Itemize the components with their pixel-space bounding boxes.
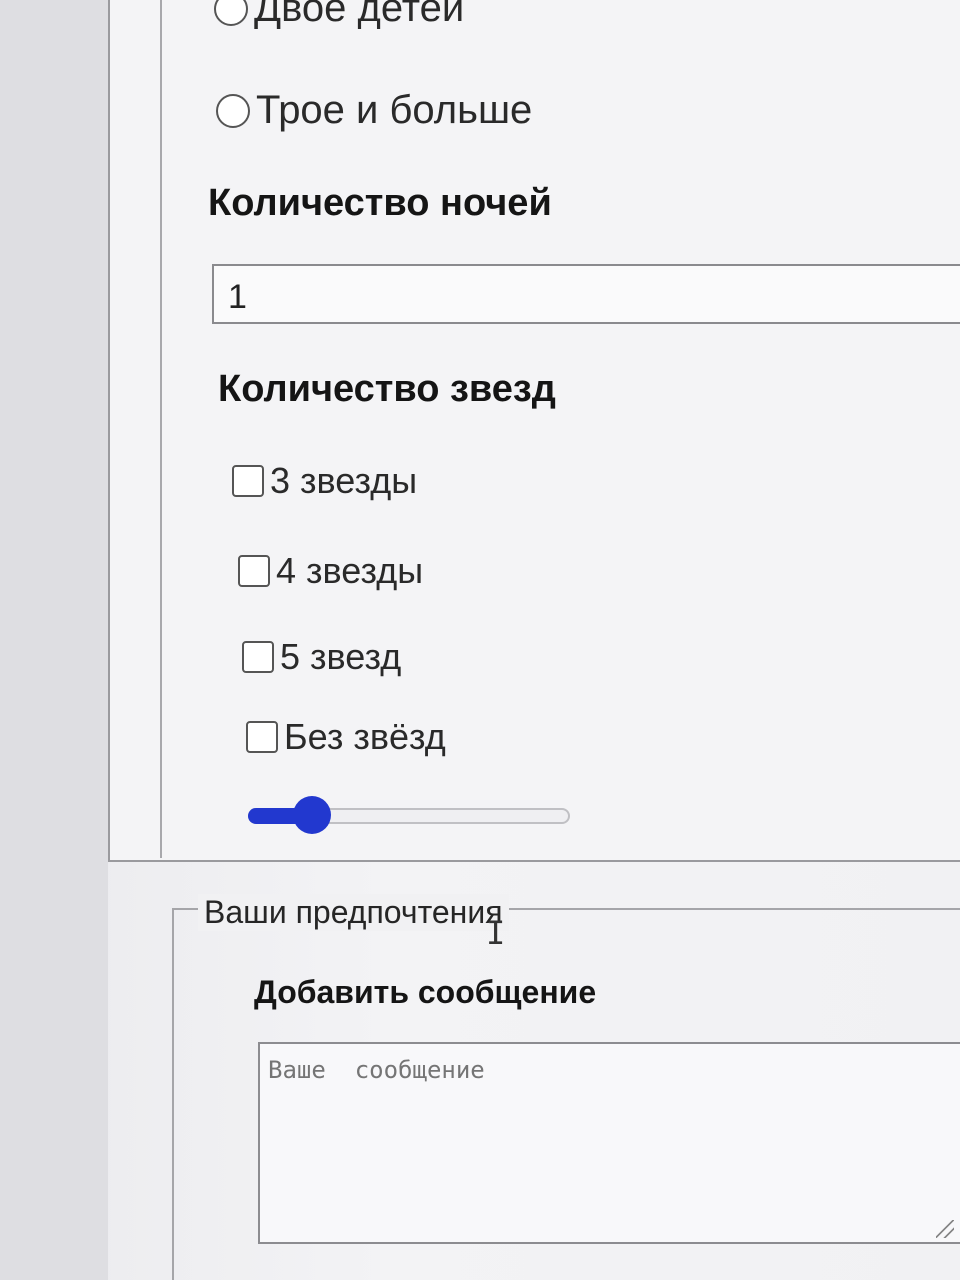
preferences-legend: Ваши предпочтения xyxy=(198,894,509,931)
checkbox-option-4-stars[interactable]: 4 звезды xyxy=(238,550,423,592)
checkbox-option-3-stars[interactable]: 3 звезды xyxy=(232,460,417,502)
nights-heading: Количество ночей xyxy=(208,182,552,224)
checkbox[interactable] xyxy=(232,465,264,497)
resize-grip-icon[interactable] xyxy=(936,1220,954,1238)
radio-button[interactable] xyxy=(214,0,248,26)
message-textarea[interactable] xyxy=(258,1042,960,1244)
checkbox-option-no-stars[interactable]: Без звёзд xyxy=(246,716,446,758)
message-heading: Добавить сообщение xyxy=(254,974,597,1010)
radio-option-two-children[interactable]: Двое детей xyxy=(214,0,464,31)
checkbox-label: 4 звезды xyxy=(276,550,424,591)
fieldset-divider xyxy=(160,0,162,858)
radio-label: Двое детей xyxy=(254,0,465,30)
stars-range-slider[interactable] xyxy=(248,796,572,840)
checkbox-label: Без звёзд xyxy=(284,716,446,757)
stars-heading: Количество звезд xyxy=(218,368,556,410)
checkbox-label: 5 звезд xyxy=(280,636,402,677)
radio-label: Трое и больше xyxy=(256,88,533,132)
nights-input[interactable]: 1 xyxy=(212,264,960,324)
checkbox-option-5-stars[interactable]: 5 звезд xyxy=(242,636,401,678)
left-margin xyxy=(0,0,108,1280)
checkbox-label: 3 звезды xyxy=(270,460,418,501)
radio-option-three-or-more[interactable]: Трое и больше xyxy=(216,88,532,133)
slider-thumb[interactable] xyxy=(293,796,331,834)
checkbox[interactable] xyxy=(238,555,270,587)
page: Двое детей Трое и больше Количество ноче… xyxy=(0,0,960,1280)
checkbox[interactable] xyxy=(242,641,274,673)
checkbox[interactable] xyxy=(246,721,278,753)
radio-button[interactable] xyxy=(216,93,250,128)
text-cursor-icon: I xyxy=(486,914,506,952)
